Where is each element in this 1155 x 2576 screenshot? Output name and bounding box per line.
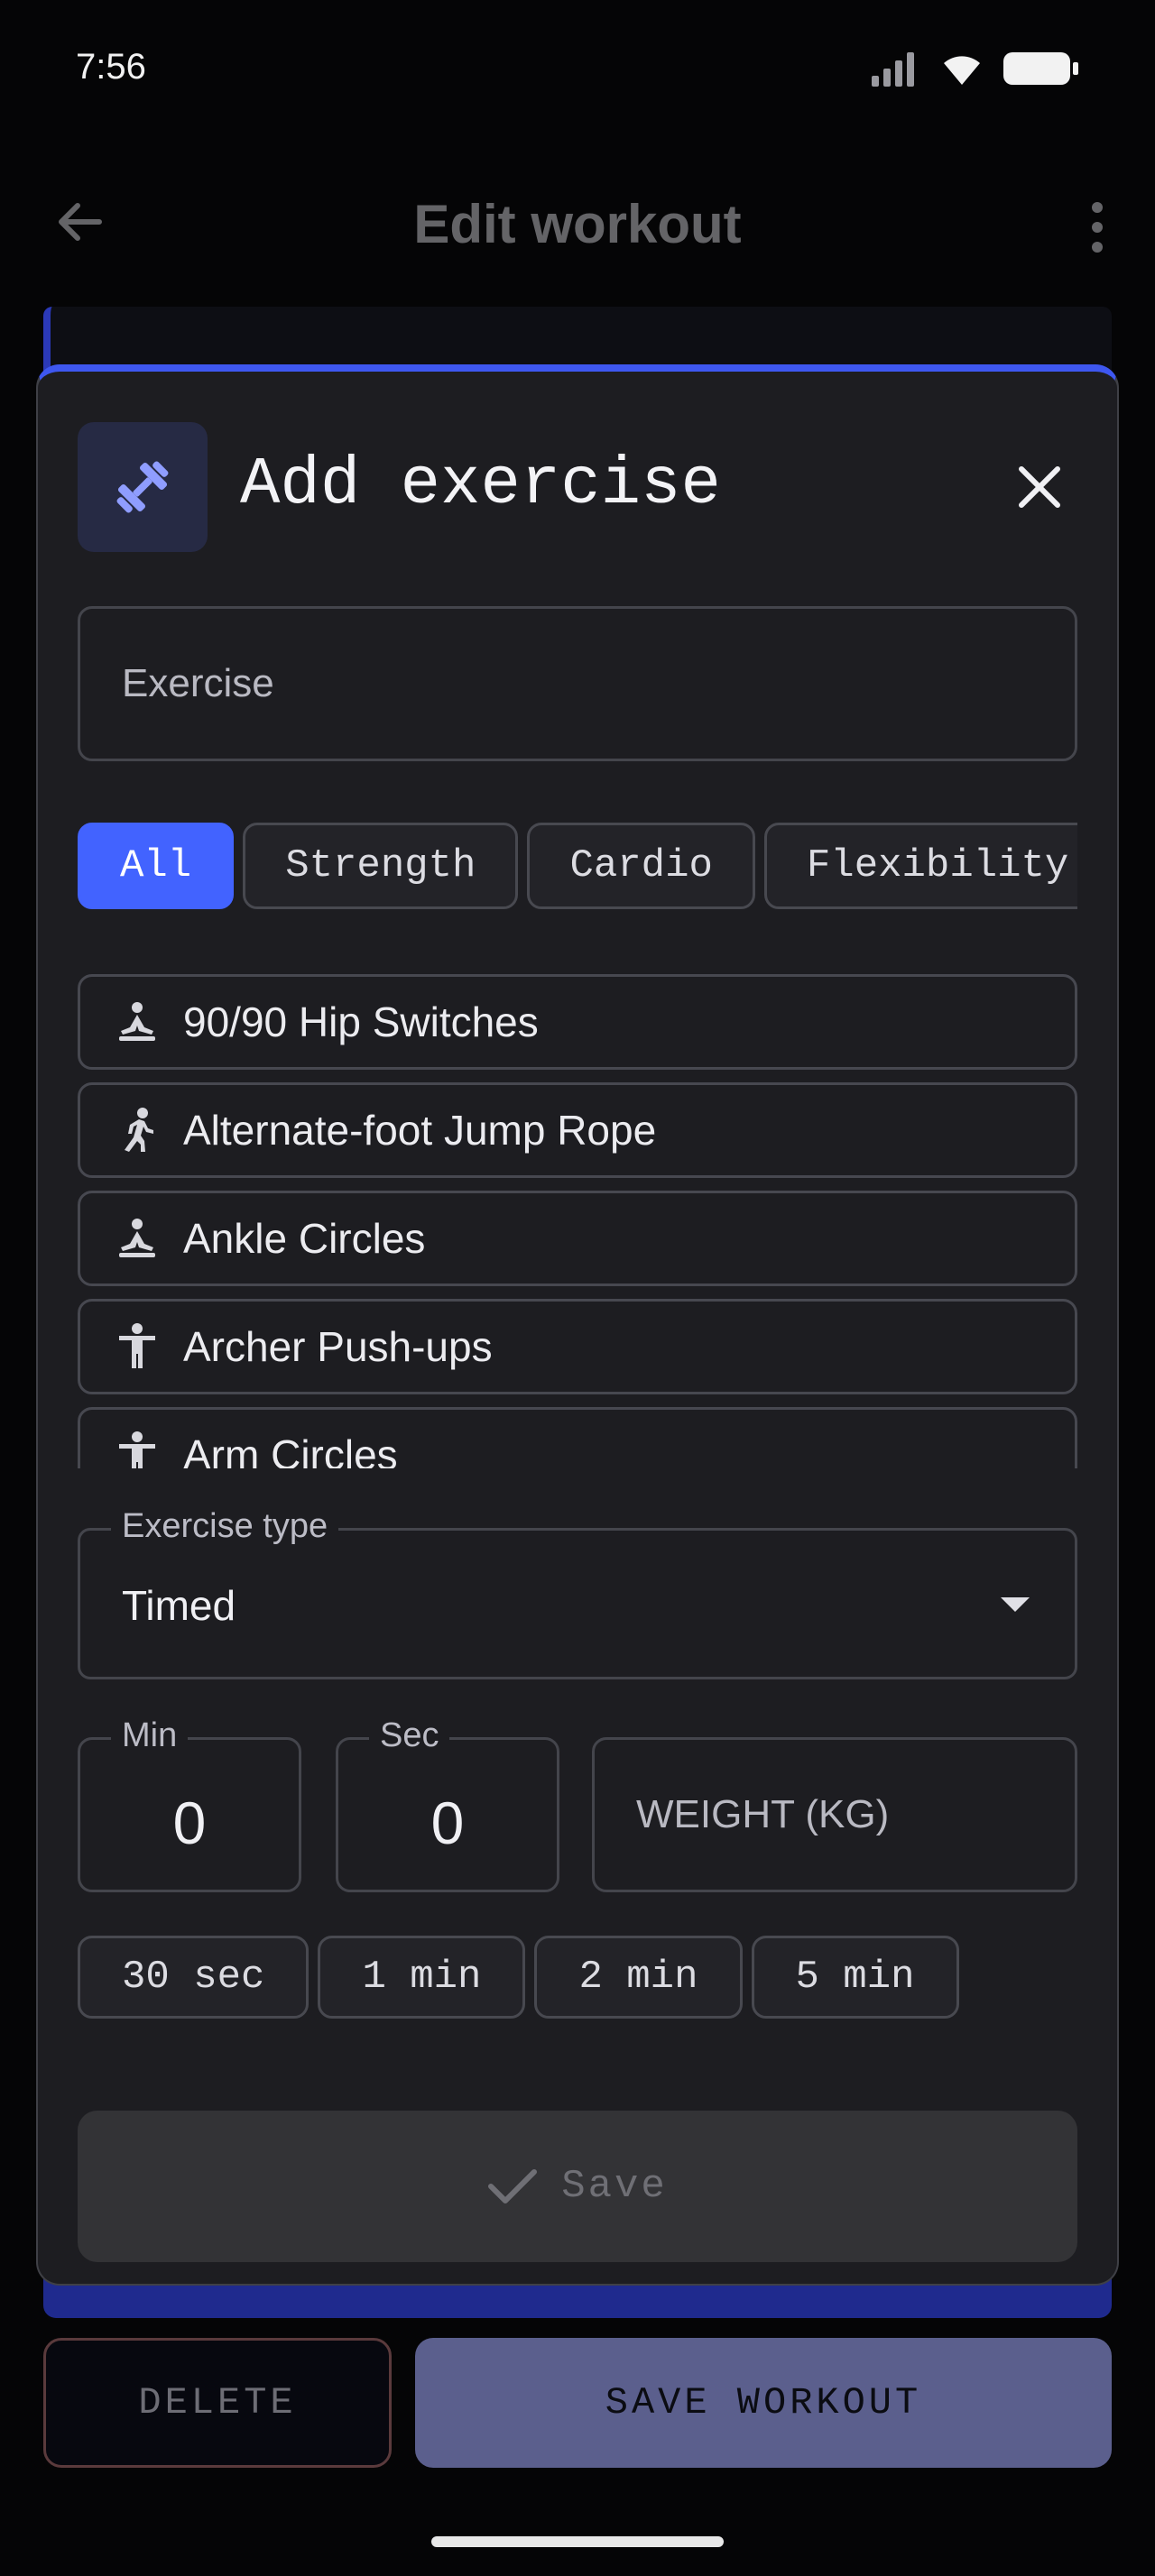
meditation-icon <box>119 1002 155 1041</box>
more-vert-icon[interactable] <box>1079 198 1115 256</box>
minutes-field[interactable]: Min 0 <box>78 1716 301 1892</box>
list-item-label: Alternate-foot Jump Rope <box>183 1107 657 1154</box>
save-workout-button[interactable]: SAVE WORKOUT <box>415 2338 1112 2468</box>
status-bar: 7:56 <box>0 0 1155 135</box>
preset-2-min[interactable]: 2 min <box>534 1936 743 2019</box>
page-title: Edit workout <box>413 194 742 254</box>
filter-chip-cardio[interactable]: Cardio <box>527 823 755 909</box>
status-icons <box>870 51 1079 87</box>
preset-30-sec[interactable]: 30 sec <box>78 1936 310 2019</box>
close-icon[interactable] <box>1014 462 1065 512</box>
preset-1-min[interactable]: 1 min <box>318 1936 526 2019</box>
list-item[interactable]: Ankle Circles <box>78 1191 1077 1286</box>
standing-person-icon <box>119 1323 155 1368</box>
category-filter-chips: All Strength Cardio Flexibility <box>78 823 1077 909</box>
dialog-header: Add exercise <box>78 422 1077 556</box>
exercise-type-value: Timed <box>122 1582 236 1629</box>
save-button[interactable]: Save <box>78 2111 1077 2262</box>
filter-chip-all[interactable]: All <box>78 823 235 909</box>
running-icon <box>125 1108 153 1152</box>
list-item[interactable]: Alternate-foot Jump Rope <box>78 1082 1077 1178</box>
dropdown-arrow-icon <box>1001 1597 1030 1612</box>
bottom-actions: DELETE SAVE WORKOUT <box>43 2338 1112 2468</box>
seconds-field[interactable]: Sec 0 <box>336 1716 559 1892</box>
check-icon <box>488 2169 538 2203</box>
exercise-type-select[interactable]: Exercise type Timed <box>78 1507 1077 1679</box>
standing-person-icon <box>119 1431 155 1468</box>
battery-icon <box>1003 52 1078 85</box>
preset-5-min[interactable]: 5 min <box>751 1936 959 2019</box>
signal-icon <box>872 52 914 87</box>
dialog-icon-box <box>78 422 208 552</box>
wifi-icon <box>944 56 980 85</box>
delete-button[interactable]: DELETE <box>43 2338 392 2468</box>
duration-presets: 30 sec 1 min 2 min 5 min <box>78 1936 968 2019</box>
weight-input[interactable]: WEIGHT (KG) <box>592 1737 1077 1892</box>
seconds-label: Sec <box>369 1716 450 1755</box>
save-label: Save <box>561 2164 668 2209</box>
home-indicator <box>431 2536 724 2547</box>
exercise-type-label: Exercise type <box>111 1507 339 1546</box>
exercise-search-input[interactable]: Exercise <box>78 606 1077 761</box>
close-button[interactable] <box>1002 449 1077 525</box>
filter-chip-strength[interactable]: Strength <box>243 823 519 909</box>
list-item[interactable]: Archer Push-ups <box>78 1299 1077 1394</box>
add-exercise-dialog: Add exercise Exercise All Strength Cardio F… <box>36 364 1119 2286</box>
list-item-label: Ankle Circles <box>183 1215 426 1262</box>
dialog-title: Add exercise <box>240 447 721 523</box>
minutes-value: 0 <box>172 1789 207 1856</box>
list-item[interactable]: 90/90 Hip Switches <box>78 974 1077 1070</box>
list-item-label: Archer Push-ups <box>183 1323 493 1370</box>
meditation-icon <box>119 1219 155 1257</box>
list-item-label: 90/90 Hip Switches <box>183 998 539 1045</box>
list-item-label: Arm Circles <box>183 1431 398 1468</box>
status-time: 7:56 <box>76 47 146 87</box>
minutes-label: Min <box>111 1716 189 1755</box>
list-item[interactable]: Arm Circles <box>78 1407 1077 1468</box>
dumbbell-icon <box>116 461 169 513</box>
exercise-list: 90/90 Hip Switches Alternate-foot Jump R… <box>78 974 1077 1468</box>
filter-chip-flexibility[interactable]: Flexibility <box>763 823 1077 909</box>
seconds-value: 0 <box>430 1789 465 1856</box>
app-bar: Edit workout <box>0 153 1155 298</box>
